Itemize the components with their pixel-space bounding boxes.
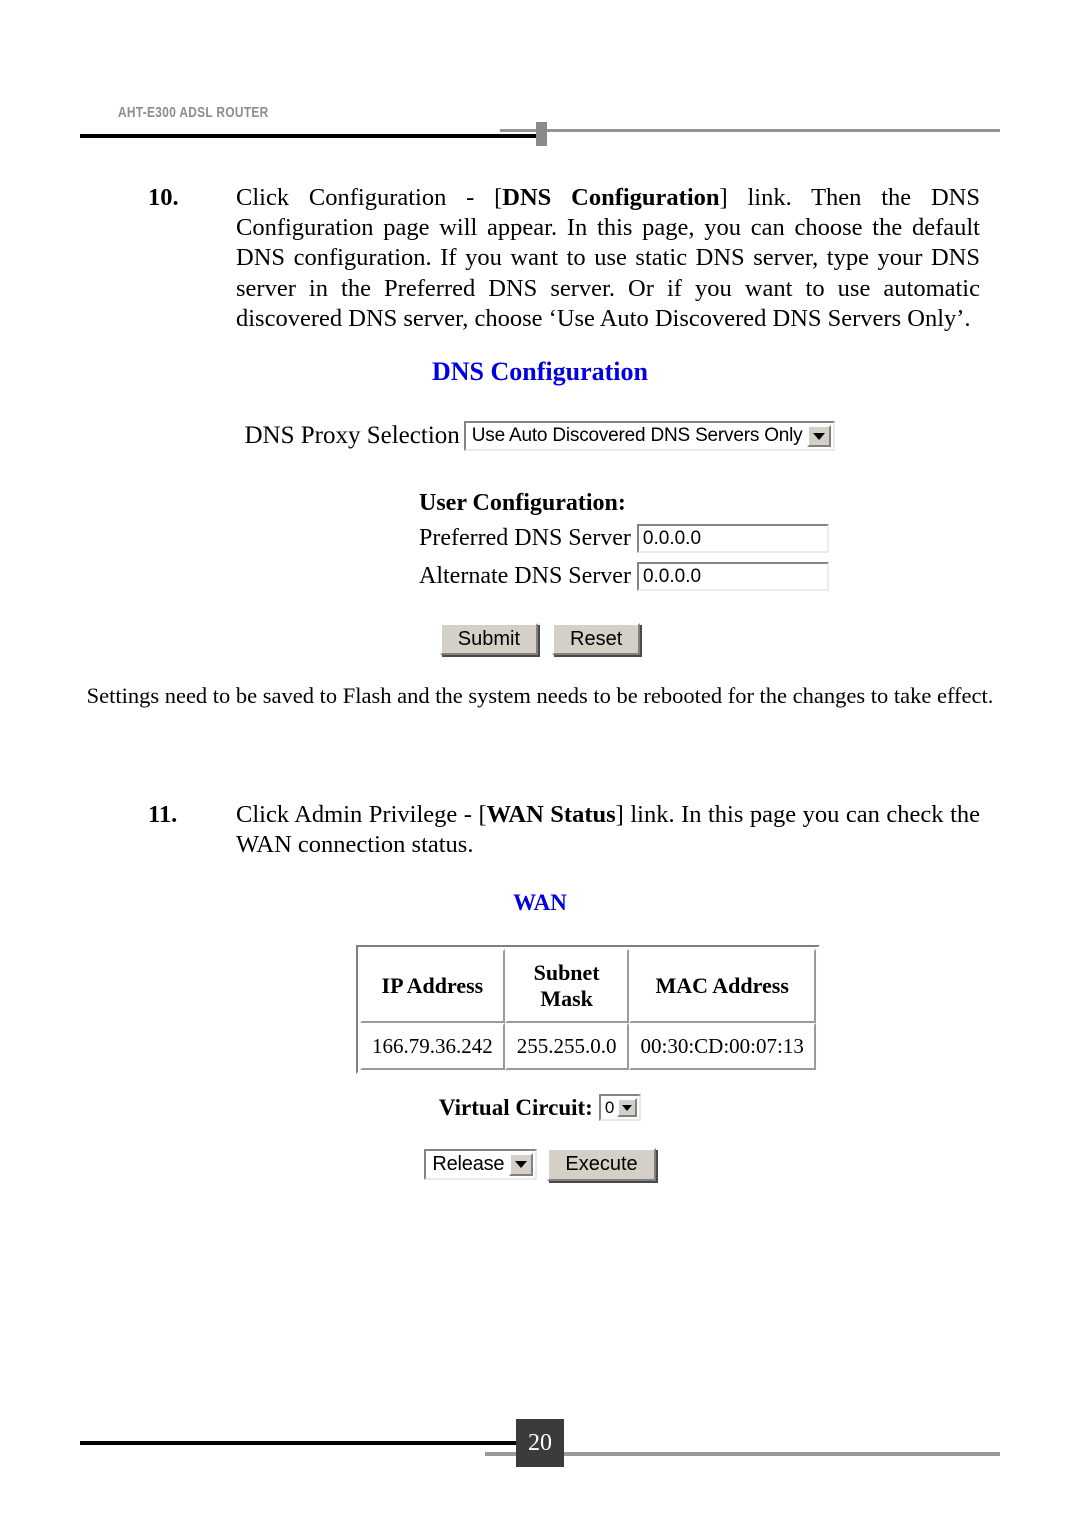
step-10-bold-link: DNS Configuration — [502, 184, 720, 211]
step-10-text: Click Configuration - [DNS Configuration… — [236, 183, 980, 334]
step-10-number: 10. — [148, 184, 179, 211]
preferred-dns-input[interactable]: 0.0.0.0 — [636, 524, 829, 553]
alternate-dns-input[interactable]: 0.0.0.0 — [636, 562, 829, 591]
virtual-circuit-label: Virtual Circuit: — [438, 1094, 593, 1120]
submit-button[interactable]: Submit — [439, 623, 538, 655]
wan-action-value: Release — [432, 1153, 505, 1175]
wan-cell-subnet-mask: 255.255.0.0 — [504, 1023, 629, 1070]
wan-status-table: IP Address Subnet Mask MAC Address 166.7… — [356, 945, 820, 1074]
dns-proxy-selection-dropdown[interactable]: Use Auto Discovered DNS Servers Only — [463, 421, 836, 451]
step-11-paragraph: 11. Click Admin Privilege - [WAN Status]… — [148, 800, 980, 860]
header-rule-light — [500, 129, 1000, 132]
step-11-bold-link: WAN Status — [486, 801, 616, 828]
dns-button-row: Submit Reset — [0, 623, 1080, 655]
step-11-text: Click Admin Privilege - [WAN Status] lin… — [236, 800, 980, 860]
header-document-title: AHT-E300 ADSL ROUTER — [118, 105, 269, 121]
dns-proxy-selection-row: DNS Proxy Selection Use Auto Discovered … — [0, 421, 1080, 451]
wan-column-subnet-mask: Subnet Mask — [504, 949, 629, 1023]
chevron-down-icon[interactable] — [509, 1153, 534, 1176]
virtual-circuit-dropdown[interactable]: 0 — [598, 1094, 642, 1121]
wan-table-header-row: IP Address Subnet Mask MAC Address — [360, 949, 816, 1023]
dns-configuration-title: DNS Configuration — [432, 357, 648, 386]
page-footer: 20 — [0, 1404, 1080, 1474]
wan-column-ip-address: IP Address — [360, 949, 505, 1023]
header-rule-dark — [80, 134, 545, 138]
user-configuration-heading: User Configuration: — [419, 490, 626, 516]
wan-action-dropdown[interactable]: Release — [424, 1149, 538, 1180]
table-row: 166.79.36.242 255.255.0.0 00:30:CD:00:07… — [360, 1023, 816, 1070]
virtual-circuit-value: 0 — [604, 1097, 615, 1117]
page-number-badge: 20 — [516, 1419, 564, 1467]
reset-button[interactable]: Reset — [552, 623, 641, 655]
step-10-text-before: Click Configuration - [ — [236, 184, 503, 211]
chevron-down-icon[interactable] — [617, 1098, 638, 1117]
chevron-down-icon[interactable] — [807, 425, 832, 447]
step-11-number: 11. — [148, 801, 178, 828]
flash-reboot-note: Settings need to be saved to Flash and t… — [86, 683, 994, 708]
virtual-circuit-row: Virtual Circuit: 0 — [0, 1094, 1080, 1121]
header-tick-marker — [536, 122, 547, 146]
wan-column-mac-address: MAC Address — [628, 949, 816, 1023]
dns-proxy-selection-label: DNS Proxy Selection — [244, 422, 460, 449]
footer-rule-dark — [80, 1441, 550, 1445]
preferred-dns-label: Preferred DNS Server — [419, 525, 631, 551]
wan-cell-mac-address: 00:30:CD:00:07:13 — [628, 1023, 816, 1070]
execute-button[interactable]: Execute — [547, 1148, 656, 1181]
step-10-paragraph: 10. Click Configuration - [DNS Configura… — [148, 183, 980, 334]
dns-proxy-selection-value: Use Auto Discovered DNS Servers Only — [471, 425, 803, 446]
alternate-dns-label: Alternate DNS Server — [419, 563, 631, 589]
wan-action-row: Release Execute — [0, 1148, 1080, 1181]
page-header: AHT-E300 ADSL ROUTER — [0, 105, 1080, 155]
wan-title: WAN — [513, 890, 567, 915]
step-11-text-before: Click Admin Privilege - [ — [236, 801, 487, 828]
preferred-dns-row: Preferred DNS Server 0.0.0.0 — [419, 524, 829, 553]
alternate-dns-row: Alternate DNS Server 0.0.0.0 — [419, 562, 829, 591]
wan-cell-ip-address: 166.79.36.242 — [360, 1023, 505, 1070]
